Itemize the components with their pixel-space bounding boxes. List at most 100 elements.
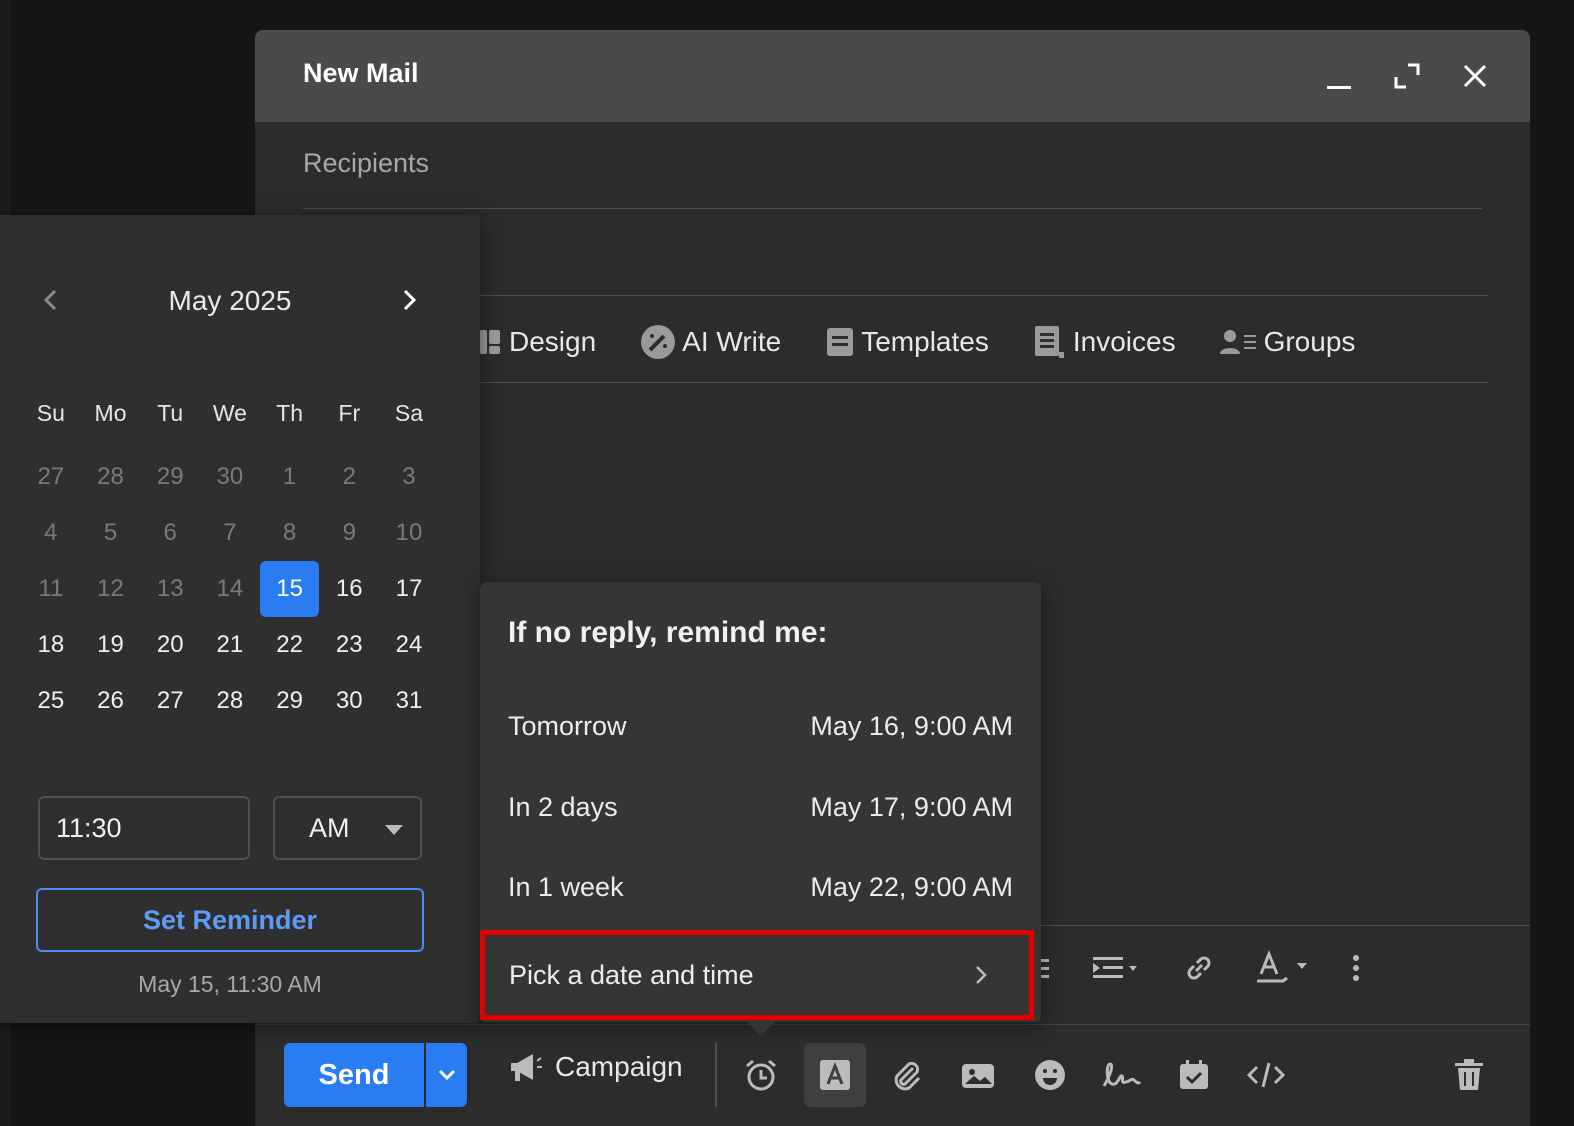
close-icon[interactable] (1457, 58, 1493, 94)
ampm-select[interactable]: AM (273, 796, 422, 860)
tool-label: AI Write (682, 326, 782, 357)
reminder-option-tomorrow[interactable]: Tomorrow May 16, 9:00 AM (508, 706, 1013, 746)
weekday-label: Su (36, 400, 65, 426)
text-color-icon[interactable] (1255, 950, 1311, 986)
tool-ai-write[interactable]: AI Write (640, 324, 781, 360)
calendar-day[interactable]: 31 (379, 673, 439, 729)
calendar-day: 8 (282, 519, 297, 546)
tool-templates[interactable]: Templates (825, 326, 989, 358)
invoices-icon (1034, 326, 1064, 358)
templates-icon (827, 328, 854, 356)
calendar-day[interactable]: 20 (140, 617, 200, 673)
week-row: 27 28 29 30 1 2 3 (21, 449, 439, 505)
calendar-day[interactable]: 18 (21, 617, 81, 673)
tools-divider (303, 382, 1488, 383)
signature-icon[interactable] (1091, 1043, 1153, 1107)
reminder-option-time: May 16, 9:00 AM (810, 710, 1013, 741)
subject-divider (303, 295, 1488, 296)
calendar-day[interactable]: 19 (81, 617, 141, 673)
campaign-label: Campaign (555, 1051, 683, 1082)
reminder-option-time: May 22, 9:00 AM (810, 871, 1013, 902)
attachment-icon[interactable] (875, 1043, 937, 1107)
recipients-divider (303, 208, 1482, 209)
reminder-option-1-week[interactable]: In 1 week May 22, 9:00 AM (508, 867, 1013, 907)
calendar-day[interactable]: 29 (260, 673, 320, 729)
calendar-day[interactable]: 22 (260, 617, 320, 673)
calendar-day[interactable]: 30 (319, 673, 379, 729)
format-divider (1041, 925, 1530, 926)
calendar-day[interactable]: 24 (379, 617, 439, 673)
calendar-day[interactable]: 25 (21, 673, 81, 729)
tool-label: Groups (1263, 326, 1356, 357)
weekday-label: Mo (94, 400, 127, 426)
tool-groups[interactable]: Groups (1219, 326, 1356, 358)
compose-title: New Mail (303, 57, 419, 88)
megaphone-icon (511, 1054, 542, 1081)
calendar-day[interactable]: 27 (140, 673, 200, 729)
reminder-option-label: Tomorrow (508, 710, 627, 741)
code-icon[interactable] (1235, 1043, 1297, 1107)
emoji-icon[interactable] (1019, 1043, 1081, 1107)
date-picker-popover: May 2025 Su Mo Tu We Th Fr Sa 27 28 29 3… (0, 215, 480, 1023)
link-icon[interactable] (1183, 952, 1215, 984)
image-icon[interactable] (947, 1043, 1009, 1107)
ampm-value: AM (309, 812, 350, 843)
calendar-day[interactable]: 17 (379, 561, 439, 617)
campaign-button[interactable]: Campaign (507, 1051, 683, 1083)
time-input[interactable]: 11:30 (38, 796, 250, 860)
calendar-nav: May 2025 (0, 281, 460, 321)
calendar-check-icon[interactable] (1163, 1043, 1225, 1107)
calendar-day[interactable]: 26 (81, 673, 141, 729)
calendar-day: 3 (402, 463, 416, 490)
weekday-header-row: Su Mo Tu We Th Fr Sa (21, 385, 439, 441)
calendar-day: 4 (44, 519, 58, 546)
expand-icon[interactable] (1389, 58, 1425, 94)
calendar-day[interactable]: 21 (200, 617, 260, 673)
pick-date-and-time-option[interactable]: Pick a date and time (480, 930, 1034, 1020)
calendar-day: 1 (282, 463, 297, 490)
chevron-down-icon (438, 1069, 455, 1081)
groups-icon (1219, 330, 1256, 354)
calendar-day-selected[interactable]: 15 (259, 561, 320, 617)
calendar-day: 28 (97, 463, 124, 490)
weekday-label: Th (276, 400, 304, 426)
week-row: 25 26 27 28 29 30 31 (21, 673, 439, 729)
tool-label: Design (509, 326, 597, 357)
next-month-icon[interactable] (396, 287, 422, 318)
chevron-right-icon (976, 966, 987, 984)
set-reminder-button[interactable]: Set Reminder (36, 888, 424, 952)
reminder-option-label: In 1 week (508, 871, 624, 902)
tool-design[interactable]: Design (475, 326, 596, 358)
calendar-day[interactable]: 23 (319, 617, 379, 673)
calendar-month-label: May 2025 (168, 285, 292, 316)
more-options-icon[interactable] (1351, 953, 1361, 983)
recipients-field[interactable]: Recipients (303, 148, 429, 179)
calendar-day: 29 (156, 463, 184, 490)
week-row: 11 12 13 14 15 16 17 (21, 561, 439, 617)
text-format-icon[interactable] (804, 1043, 866, 1107)
reminder-menu-title: If no reply, remind me: (508, 616, 828, 649)
calendar-day[interactable]: 28 (200, 673, 260, 729)
trash-icon[interactable] (1438, 1043, 1500, 1107)
weekday-label: Sa (394, 400, 424, 426)
toolbar-separator (715, 1043, 717, 1107)
calendar-day[interactable]: 16 (319, 561, 379, 617)
calendar-day: 2 (342, 463, 356, 490)
reminder-menu: If no reply, remind me: Tomorrow May 16,… (480, 582, 1041, 1036)
indent-icon[interactable] (1091, 953, 1143, 983)
reminder-option-time: May 17, 9:00 AM (810, 791, 1013, 822)
reminder-alarm-icon[interactable] (730, 1043, 792, 1107)
calendar-day: 6 (163, 519, 177, 546)
calendar-day: 7 (223, 519, 237, 546)
tool-label: Invoices (1072, 326, 1176, 357)
calendar-day: 10 (395, 519, 423, 546)
calendar-day: 14 (216, 575, 244, 602)
send-options-button[interactable] (426, 1043, 467, 1107)
pick-date-label: Pick a date and time (509, 959, 754, 990)
compose-bottom-bar: Send Campaign (255, 1024, 1530, 1126)
tool-invoices[interactable]: Invoices (1033, 324, 1176, 360)
minimize-icon[interactable] (1321, 58, 1357, 94)
calendar-day: 12 (97, 575, 124, 602)
send-button[interactable]: Send (284, 1043, 424, 1107)
reminder-option-2-days[interactable]: In 2 days May 17, 9:00 AM (508, 787, 1013, 827)
